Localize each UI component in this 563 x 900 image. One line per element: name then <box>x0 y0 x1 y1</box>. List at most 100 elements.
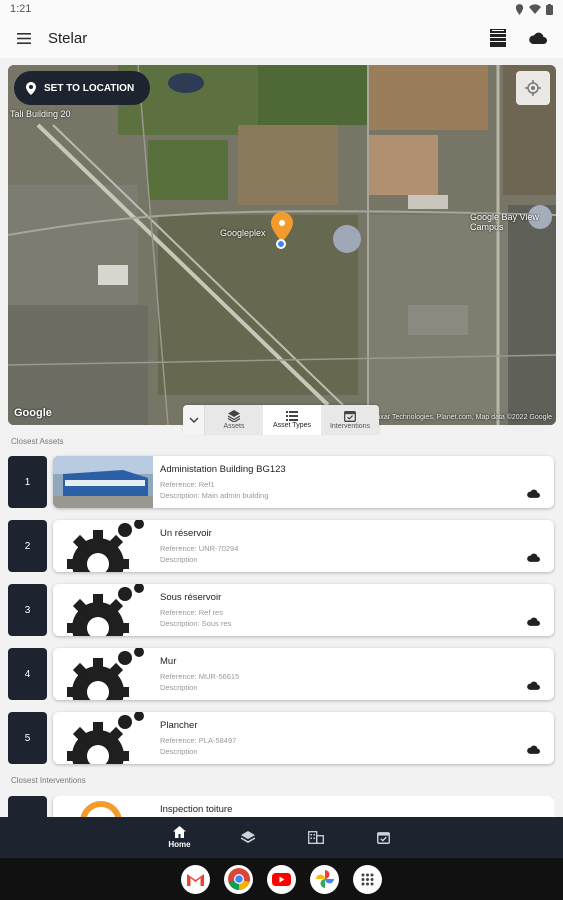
asset-name: Administation Building BG123 <box>160 464 286 475</box>
tab-asset-types[interactable]: Asset Types <box>263 405 321 435</box>
tab-assets-label: Assets <box>223 423 245 430</box>
app-bar: Stelar <box>0 18 563 58</box>
cloud-icon <box>527 681 540 690</box>
asset-text: Plancher Reference: PLA-58497 Descriptio… <box>160 720 236 757</box>
battery-status-icon <box>546 3 553 15</box>
asset-text: Administation Building BG123 Reference: … <box>160 464 286 501</box>
gear-icon <box>67 520 144 572</box>
calendar-check-icon <box>377 832 390 844</box>
asset-card[interactable]: Administation Building BG123 Reference: … <box>53 456 554 508</box>
map-label-bay-view: Google Bay View Campus <box>470 212 539 232</box>
nav-layers[interactable] <box>214 817 282 858</box>
asset-row: 4 Mur Reference: MUR-56615 Description <box>8 648 554 700</box>
layers-icon <box>240 830 255 843</box>
app-drawer-icon-glyph <box>361 873 374 885</box>
cloud-sync-button[interactable] <box>523 23 553 53</box>
google-logo: Google <box>14 407 52 419</box>
asset-text: Sous réservoir Reference: Ref res Descri… <box>160 592 231 629</box>
asset-name: Sous réservoir <box>160 592 222 603</box>
youtube-icon[interactable] <box>267 864 296 894</box>
asset-name: Un réservoir <box>160 528 212 539</box>
asset-row: 2 Un réservoir Reference: UNR-70294 Desc… <box>8 520 554 572</box>
bottom-navigation: Home <box>0 817 563 858</box>
intervention-text: Inspection toiture <box>160 804 232 817</box>
intervention-number-badge[interactable] <box>8 796 47 817</box>
intervention-row: Inspection toiture <box>8 796 554 817</box>
tab-interventions[interactable]: Interventions <box>321 405 379 435</box>
status-bar: 1:21 <box>0 0 563 18</box>
set-to-location-button[interactable]: SET TO LOCATION <box>14 71 151 105</box>
intervention-card[interactable]: Inspection toiture <box>53 796 554 817</box>
status-icons <box>515 3 553 15</box>
layers-icon <box>228 410 240 422</box>
closest-assets-heading: Closest Assets <box>11 437 64 446</box>
tab-interventions-label: Interventions <box>329 423 371 430</box>
cloud-icon <box>527 617 540 626</box>
asset-description: Description <box>160 683 198 692</box>
location-status-icon <box>515 3 524 15</box>
list-icon <box>286 411 298 421</box>
asset-card[interactable]: Un réservoir Reference: UNR-70294 Descri… <box>53 520 554 572</box>
asset-card[interactable]: Sous réservoir Reference: Ref res Descri… <box>53 584 554 636</box>
gear-icon <box>67 712 144 764</box>
youtube-icon-glyph <box>272 872 291 886</box>
intervention-name: Inspection toiture <box>160 804 233 815</box>
asset-row: 1 Administation Building BG123 Reference… <box>8 456 554 508</box>
asset-row: 3 Sous réservoir Reference: Ref res Desc… <box>8 584 554 636</box>
asset-description: Description <box>160 555 198 564</box>
crosshair-icon <box>525 80 541 96</box>
photos-icon-glyph <box>315 870 334 888</box>
cloud-icon <box>529 32 547 44</box>
map-label-googleplex: Googleplex <box>220 228 266 238</box>
app-dock <box>0 858 563 900</box>
asset-number-badge[interactable]: 2 <box>8 520 47 572</box>
app-drawer-icon[interactable] <box>353 864 382 894</box>
compass-button[interactable] <box>516 71 550 105</box>
asset-text: Mur Reference: MUR-56615 Description <box>160 656 239 693</box>
app-title: Stelar <box>48 29 88 47</box>
app-actions <box>483 23 553 53</box>
tab-asset-types-label: Asset Types <box>272 422 311 429</box>
asset-reference: Reference: MUR-56615 <box>160 672 240 681</box>
intervention-ring-icon <box>80 801 122 817</box>
asset-description: Description <box>160 747 198 756</box>
asset-card[interactable]: Plancher Reference: PLA-58497 Descriptio… <box>53 712 554 764</box>
asset-row: 5 Plancher Reference: PLA-58497 Descript… <box>8 712 554 764</box>
asset-card[interactable]: Mur Reference: MUR-56615 Description <box>53 648 554 700</box>
nav-interventions[interactable] <box>350 817 418 858</box>
asset-number-badge[interactable]: 1 <box>8 456 47 508</box>
photos-icon[interactable] <box>310 864 339 894</box>
asset-description: Description: Main admin building <box>160 491 269 500</box>
asset-reference: Reference: Ref1 <box>160 480 215 489</box>
list-view-icon <box>490 29 506 47</box>
closest-interventions-heading: Closest Interventions <box>11 776 86 785</box>
map-label-building20: Tali Building 20 <box>10 109 71 119</box>
calendar-check-icon <box>344 411 356 422</box>
buildings-icon <box>307 831 324 844</box>
asset-number-badge[interactable]: 4 <box>8 648 47 700</box>
map-view[interactable]: Tali Building 20 Googleplex Google Bay V… <box>8 65 556 425</box>
location-pin-icon <box>26 81 36 95</box>
home-icon <box>173 826 186 838</box>
asset-text: Un réservoir Reference: UNR-70294 Descri… <box>160 528 238 565</box>
layer-toolbar: Assets Asset Types Interventions <box>183 405 379 435</box>
collapse-toolbar-button[interactable] <box>183 405 205 435</box>
asset-reference: Reference: Ref res <box>160 608 223 617</box>
nav-home-label: Home <box>168 840 191 849</box>
tab-assets[interactable]: Assets <box>205 405 263 435</box>
gear-icon <box>67 648 144 700</box>
asset-description: Description: Sous res <box>160 619 232 628</box>
asset-reference: Reference: UNR-70294 <box>160 544 239 553</box>
building-photo <box>53 456 153 508</box>
list-view-button[interactable] <box>483 23 513 53</box>
gmail-icon[interactable] <box>181 864 210 894</box>
menu-button[interactable] <box>6 20 42 56</box>
asset-number-badge[interactable]: 5 <box>8 712 47 764</box>
asset-name: Plancher <box>160 720 198 731</box>
chrome-icon[interactable] <box>224 864 253 894</box>
nav-buildings[interactable] <box>282 817 350 858</box>
cloud-icon <box>527 553 540 562</box>
asset-number-badge[interactable]: 3 <box>8 584 47 636</box>
asset-marker-icon[interactable] <box>271 212 293 242</box>
nav-home[interactable]: Home <box>146 817 214 858</box>
